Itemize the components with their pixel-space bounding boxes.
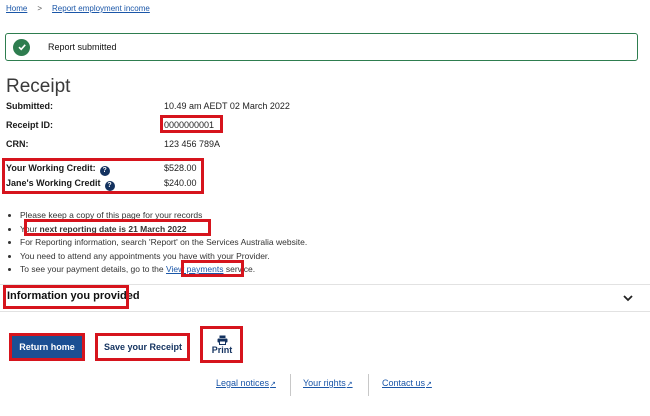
printer-icon bbox=[217, 335, 227, 345]
info-list: Please keep a copy of this page for your… bbox=[20, 209, 307, 277]
print-button[interactable]: Print bbox=[204, 330, 240, 360]
success-alert: Report submitted bbox=[5, 33, 638, 61]
breadcrumb-separator: > bbox=[37, 4, 43, 13]
contact-us-text: Contact us bbox=[382, 378, 426, 388]
receipt-id-label: Receipt ID: bbox=[6, 120, 54, 130]
breadcrumb: Home > Report employment income bbox=[6, 4, 150, 13]
chevron-down-icon[interactable] bbox=[622, 292, 634, 304]
next-reporting-date: next reporting date is 21 March 2022 bbox=[39, 223, 187, 234]
breadcrumb-current-link[interactable]: Report employment income bbox=[52, 4, 150, 13]
print-label: Print bbox=[211, 345, 233, 355]
working-credit-value: $528.00 bbox=[164, 163, 197, 173]
list-item: You need to attend any appointments you … bbox=[20, 250, 307, 264]
jane-credit-value: $240.00 bbox=[164, 178, 197, 188]
divider bbox=[0, 284, 650, 285]
legal-notices-link[interactable]: Legal notices↗ bbox=[216, 378, 276, 388]
view-payments-link[interactable]: View payments bbox=[166, 264, 223, 274]
list-item-text: To see your payment details, go to the bbox=[20, 264, 167, 274]
help-icon[interactable]: ? bbox=[99, 165, 110, 176]
contact-us-link[interactable]: Contact us↗ bbox=[382, 378, 432, 388]
save-receipt-button[interactable]: Save your Receipt bbox=[100, 337, 186, 357]
submitted-label: Submitted: bbox=[6, 101, 53, 111]
external-link-icon: ↗ bbox=[426, 381, 432, 388]
breadcrumb-home-link[interactable]: Home bbox=[6, 4, 27, 13]
your-rights-text: Your rights bbox=[303, 378, 346, 388]
list-item-text: Your bbox=[20, 223, 40, 234]
accordion-title[interactable]: Information you provided bbox=[7, 290, 140, 302]
external-link-icon: ↗ bbox=[346, 381, 353, 388]
list-item-text: service. bbox=[223, 264, 256, 274]
list-item: For Reporting information, search 'Repor… bbox=[20, 236, 307, 250]
submitted-value: 10.49 am AEDT 02 March 2022 bbox=[164, 101, 290, 111]
working-credit-label: Your Working Credit:? bbox=[6, 163, 110, 176]
list-item-text: You need to attend any appointments you … bbox=[20, 250, 270, 261]
external-link-icon: ↗ bbox=[270, 381, 276, 388]
help-icon[interactable]: ? bbox=[104, 180, 115, 191]
alert-message: Report submitted bbox=[48, 42, 117, 52]
check-circle-icon bbox=[13, 38, 30, 56]
list-item: To see your payment details, go to the V… bbox=[20, 263, 307, 277]
list-item-text: Please keep a copy of this page for your… bbox=[20, 210, 203, 220]
legal-notices-text: Legal notices bbox=[216, 378, 270, 388]
return-home-button[interactable]: Return home bbox=[12, 336, 82, 358]
footer-separator bbox=[290, 374, 291, 396]
jane-credit-label-text: Jane's Working Credit bbox=[6, 178, 101, 188]
list-item: Please keep a copy of this page for your… bbox=[20, 209, 307, 223]
working-credit-label-text: Your Working Credit: bbox=[6, 163, 96, 173]
page: Home > Report employment income Report s… bbox=[0, 0, 650, 416]
list-item-text: For Reporting information, search 'Repor… bbox=[20, 237, 308, 247]
footer-separator bbox=[368, 374, 369, 396]
crn-value: 123 456 789A bbox=[164, 139, 221, 149]
divider bbox=[0, 311, 650, 312]
receipt-id-value: 0000000001 bbox=[164, 120, 215, 130]
crn-label: CRN: bbox=[6, 139, 29, 149]
jane-credit-label: Jane's Working Credit? bbox=[6, 178, 115, 191]
page-title: Receipt bbox=[6, 76, 71, 97]
list-item: Your next reporting date is 21 March 202… bbox=[20, 223, 307, 237]
your-rights-link[interactable]: Your rights↗ bbox=[303, 378, 353, 388]
